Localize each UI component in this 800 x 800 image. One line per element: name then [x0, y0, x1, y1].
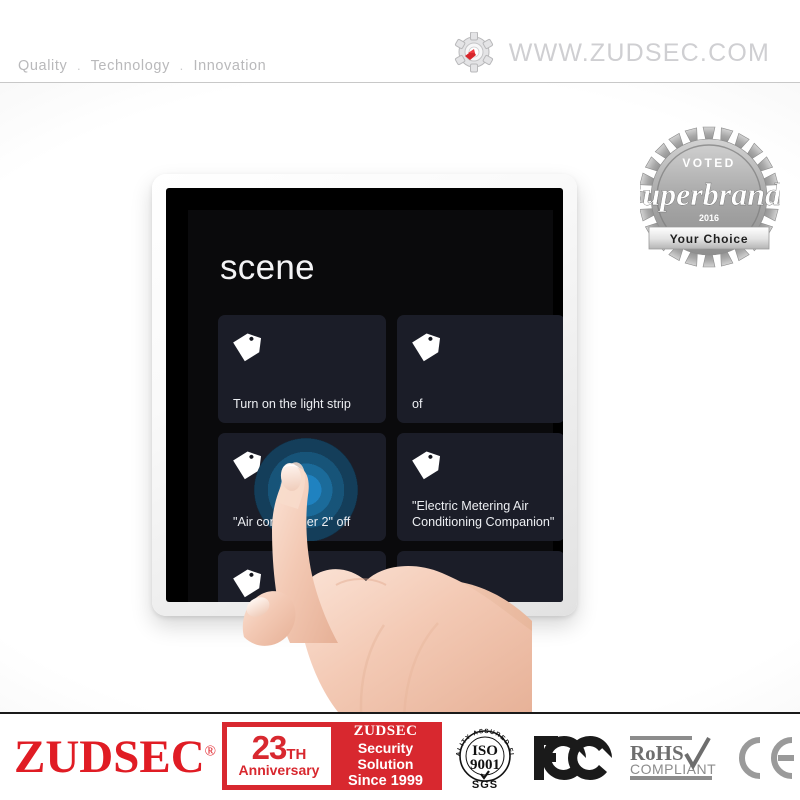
anniversary-since-line: Since 1999 — [348, 773, 423, 790]
tag-icon — [411, 446, 447, 480]
scene-tile[interactable]: of — [397, 315, 563, 423]
scene-tile[interactable]: "Electric Metering Air Conditioning Comp… — [397, 433, 563, 541]
fcc-logo: FCC — [532, 732, 614, 784]
tag-icon — [232, 446, 268, 480]
rohs-logo: RoHS COMPLIANT — [628, 732, 716, 784]
tagline-separator: . — [76, 58, 82, 73]
screen-content: scene Turn on the light strip of "Air co… — [188, 210, 563, 602]
touch-screen[interactable]: scene Turn on the light strip of "Air co… — [166, 188, 563, 602]
scene-tile-label: of — [412, 396, 423, 411]
sgs-text: SGS — [472, 779, 498, 790]
scene-tile[interactable]: Turn on the light strip — [218, 315, 386, 423]
scene-tile[interactable] — [218, 551, 386, 602]
anniversary-banner: 23TH Anniversary ZUDSEC Security Solutio… — [222, 722, 442, 790]
product-image-page: Quality . Technology . Innovation WWW.ZU… — [0, 0, 800, 800]
company-name: ZUDSEC — [14, 731, 205, 783]
scene-tile-active[interactable]: "Air conditioner 2" off — [218, 433, 386, 541]
badge-ribbon-text: Your Choice — [670, 232, 749, 246]
scene-tile-label: "Air conditioner 2" off — [233, 514, 351, 529]
page-title: scene — [220, 248, 315, 287]
smart-switch-panel: scene Turn on the light strip of "Air co… — [152, 174, 577, 616]
badge-year-text: 2016 — [699, 213, 719, 223]
tagline-separator: . — [179, 58, 184, 73]
scene-tile-label: Turn on the light strip — [233, 396, 351, 411]
tagline-word-quality: Quality — [18, 58, 68, 74]
product-stage: VOTED Superbrands 2016 Your Choice scene — [0, 83, 800, 712]
website-logo-link[interactable]: WWW.ZUDSEC.COM — [451, 32, 770, 74]
anniversary-badge: 23TH Anniversary — [227, 727, 331, 785]
company-tagline: Quality . Technology . Innovation — [18, 58, 266, 74]
scene-tile-label: "Electric Metering Air Conditioning Comp… — [412, 498, 555, 529]
tag-icon — [232, 328, 268, 362]
rohs-line-2: COMPLIANT — [630, 761, 716, 777]
ce-logo: CE — [730, 734, 798, 782]
tag-icon — [232, 564, 268, 598]
anniversary-word: Anniversary — [238, 762, 320, 779]
certification-logos: QUALITY ASSURED FIRM ISO 9001 SGS FCC — [452, 726, 798, 790]
website-url-text: WWW.ZUDSEC.COM — [508, 38, 770, 67]
anniversary-brand-line: ZUDSEC — [353, 722, 418, 739]
page-header: Quality . Technology . Innovation WWW.ZU… — [0, 0, 800, 83]
footer-divider — [0, 712, 800, 714]
iso-9001-logo: QUALITY ASSURED FIRM ISO 9001 SGS — [452, 726, 518, 790]
badge-superbrands-text: Superbrands — [640, 176, 780, 212]
anniversary-number: 23 — [251, 729, 288, 767]
scene-tile[interactable] — [397, 551, 563, 602]
tag-icon — [411, 564, 447, 598]
registered-trademark-icon: ® — [204, 743, 217, 760]
anniversary-suffix: TH — [286, 746, 307, 764]
company-logo-text: ZUDSEC® — [14, 734, 216, 781]
scene-tiles-grid: Turn on the light strip of "Air conditio… — [218, 315, 563, 602]
superbrands-badge: VOTED Superbrands 2016 Your Choice — [640, 125, 780, 275]
iso-line-2: 9001 — [470, 757, 500, 773]
gear-icon — [451, 32, 497, 74]
anniversary-tagline: ZUDSEC Security Solution Since 1999 — [331, 722, 437, 791]
tag-icon — [411, 328, 447, 362]
badge-voted-text: VOTED — [682, 156, 735, 170]
anniversary-solution-line: Security Solution — [357, 739, 414, 773]
tagline-word-technology: Technology — [90, 58, 170, 74]
tagline-word-innovation: Innovation — [193, 58, 267, 74]
anniversary-number-group: 23TH — [252, 731, 307, 764]
